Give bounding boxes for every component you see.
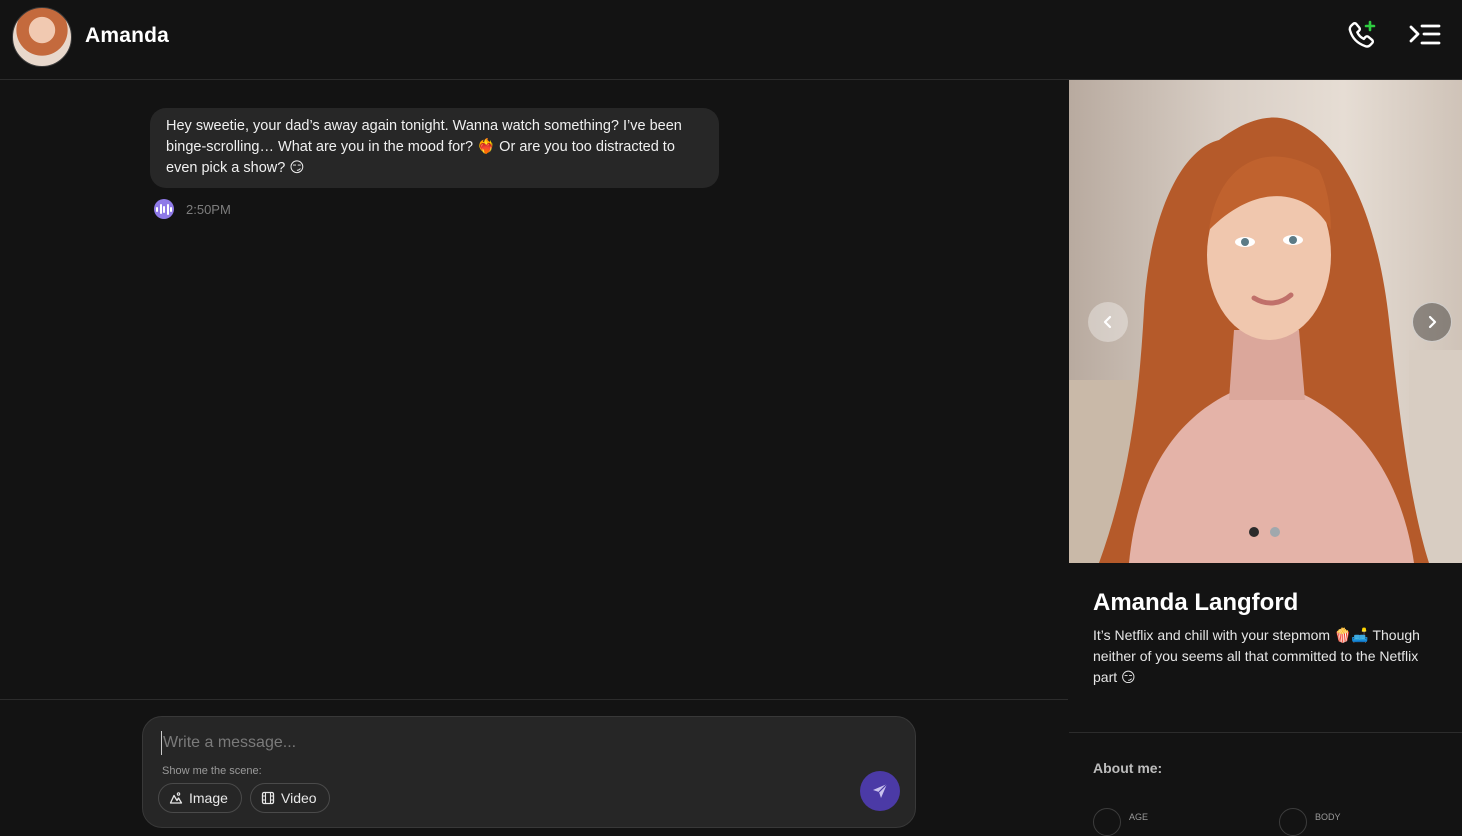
avatar[interactable] — [12, 7, 72, 67]
carousel-next-button[interactable] — [1412, 302, 1452, 342]
menu-button[interactable] — [1408, 22, 1442, 50]
menu-expand-icon — [1409, 24, 1441, 45]
carousel-prev-button[interactable] — [1088, 302, 1128, 342]
message-meta: 2:50PM — [154, 199, 231, 219]
carousel-dot[interactable] — [1270, 527, 1280, 537]
profile-description: It’s Netflix and chill with your stepmom… — [1093, 627, 1420, 685]
chevron-right-icon — [1428, 315, 1437, 329]
about-title: About me: — [1093, 760, 1163, 776]
chevron-left-icon — [1103, 315, 1112, 329]
chat-area: Hey sweetie, your dad’s away again tonig… — [0, 80, 1068, 699]
profile-name: Amanda Langford — [1093, 589, 1299, 616]
image-icon — [169, 792, 183, 804]
video-button[interactable]: Video — [250, 783, 330, 813]
attribute-age: AGE — [1093, 808, 1148, 836]
carousel-dot[interactable] — [1249, 527, 1259, 537]
film-icon — [261, 791, 275, 805]
age-icon — [1093, 808, 1121, 836]
body-icon — [1279, 808, 1307, 836]
message-input[interactable] — [161, 731, 805, 755]
profile-panel: Amanda Langford It’s Netflix and chill w… — [1069, 80, 1462, 836]
scene-label: Show me the scene: — [162, 765, 262, 777]
composer-area: Show me the scene: Image Video — [0, 699, 1068, 828]
composer: Show me the scene: Image Video — [142, 716, 916, 828]
send-button[interactable] — [860, 771, 900, 811]
carousel-dots — [1249, 527, 1280, 537]
voice-wave-icon[interactable] — [154, 199, 174, 219]
phone-plus-icon — [1348, 20, 1376, 48]
attribute-label: BODY — [1315, 812, 1341, 822]
chat-header: Amanda — [0, 0, 1462, 80]
call-button[interactable] — [1346, 20, 1378, 52]
send-icon — [873, 783, 888, 798]
image-button[interactable]: Image — [158, 783, 242, 813]
message-bubble: Hey sweetie, your dad’s away again tonig… — [150, 108, 719, 188]
attribute-label: AGE — [1129, 812, 1149, 822]
attribute-body: BODY — [1279, 808, 1341, 836]
contact-name: Amanda — [85, 24, 170, 47]
message-time: 2:50PM — [186, 201, 231, 217]
video-button-label: Video — [281, 790, 317, 806]
profile-photo — [1069, 80, 1462, 563]
divider — [1069, 732, 1462, 733]
image-button-label: Image — [189, 790, 228, 806]
